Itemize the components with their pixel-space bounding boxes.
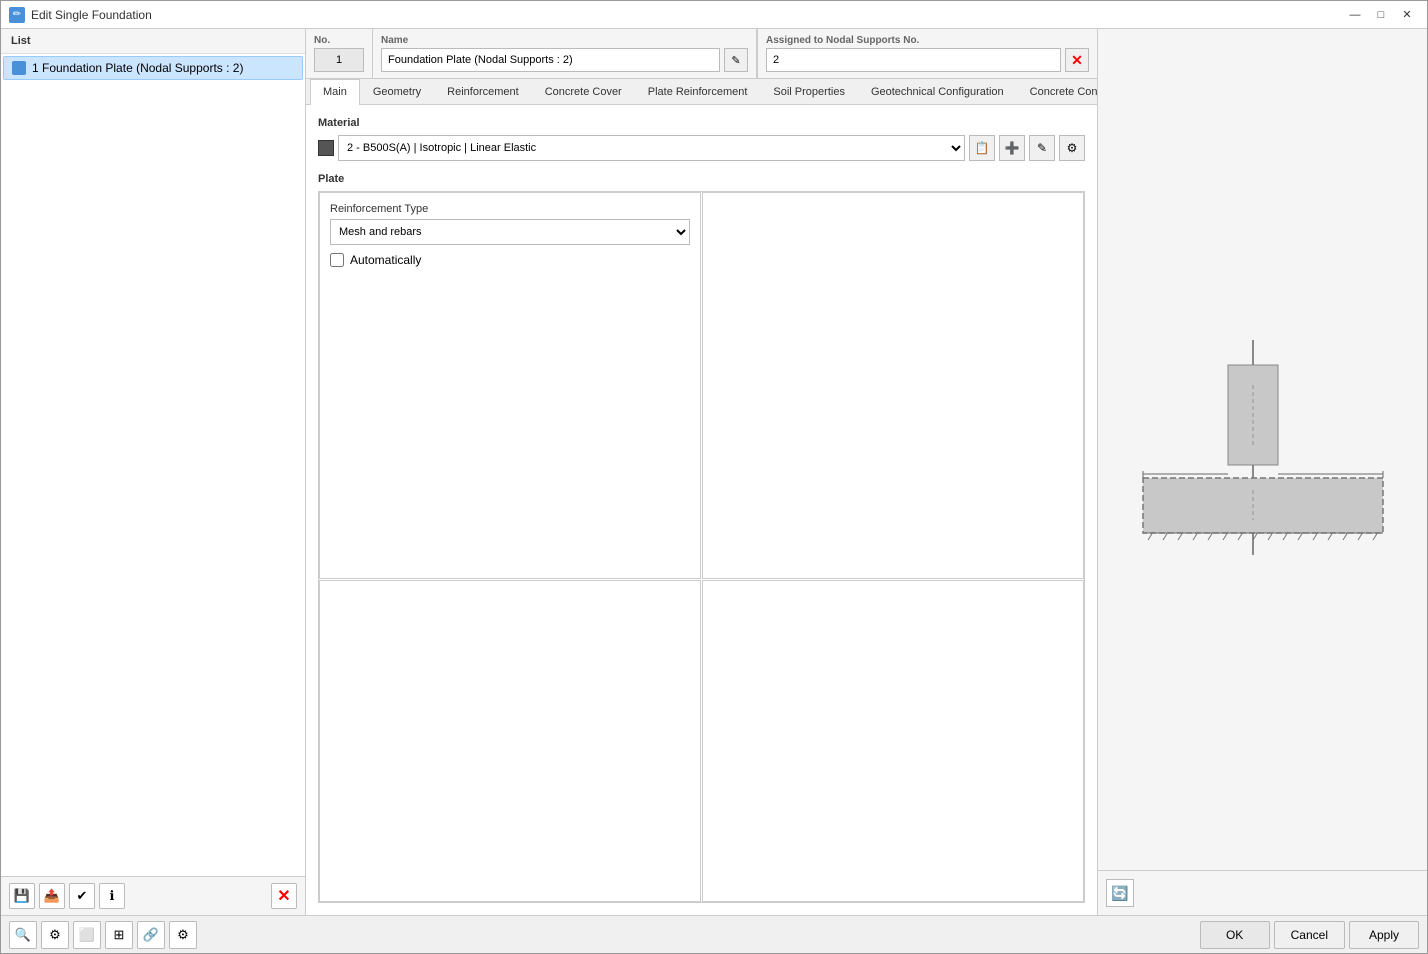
material-add-button[interactable]: ➕ [999, 135, 1025, 161]
name-input[interactable] [381, 48, 720, 72]
no-input[interactable] [314, 48, 364, 72]
ok-button[interactable]: OK [1200, 921, 1270, 949]
plate-section: Plate Reinforcement Type Mesh and rebars… [318, 173, 1085, 903]
material-open-button[interactable]: 📋 [969, 135, 995, 161]
automatically-label: Automatically [350, 253, 421, 267]
material-edit-button[interactable]: ✎ [1029, 135, 1055, 161]
bottom-toolbar: 🔍 ⚙ ⬜ ⊞ 🔗 ⚙ OK Cancel Apply [1, 915, 1427, 953]
list-item-label: 1 Foundation Plate (Nodal Supports : 2) [32, 61, 243, 75]
center-main: No. Name ✎ Assigned to No [306, 29, 1097, 915]
title-bar-controls: — □ ✕ [1343, 5, 1419, 25]
tab-geotechnical-configuration[interactable]: Geotechnical Configuration [858, 79, 1017, 104]
tab-geometry[interactable]: Geometry [360, 79, 434, 104]
link-bottom-button[interactable]: 🔗 [137, 921, 165, 949]
plate-cell-bottom-right [702, 580, 1084, 903]
list-items: 1 Foundation Plate (Nodal Supports : 2) [1, 54, 305, 876]
right-panel-footer: 🔄 [1098, 870, 1427, 915]
list-item[interactable]: 1 Foundation Plate (Nodal Supports : 2) [3, 56, 303, 80]
right-panel-diagram-area [1098, 29, 1427, 870]
tabs-bar: Main Geometry Reinforcement Concrete Cov… [306, 79, 1097, 105]
title-bar-left: ✏ Edit Single Foundation [9, 7, 152, 23]
tab-main[interactable]: Main [310, 79, 360, 105]
name-label: Name [381, 35, 748, 46]
tab-concrete-cover[interactable]: Concrete Cover [532, 79, 635, 104]
tab-concrete-configuration[interactable]: Concrete Configuration [1017, 79, 1097, 104]
reinforcement-type-label: Reinforcement Type [330, 203, 690, 215]
minimize-button[interactable]: — [1343, 5, 1367, 25]
main-window: ✏ Edit Single Foundation — □ ✕ List 1 Fo… [0, 0, 1428, 954]
name-edit-button[interactable]: ✎ [724, 48, 748, 72]
box-bottom-button[interactable]: ⬜ [73, 921, 101, 949]
no-label: No. [314, 35, 364, 46]
plate-cell-bottom-left [319, 580, 701, 903]
configure-bottom-button[interactable]: ⚙ [169, 921, 197, 949]
assign-row: ✕ [766, 48, 1089, 72]
automatically-row: Automatically [330, 253, 690, 267]
plate-cell-top-left: Reinforcement Type Mesh and rebars Rebar… [319, 192, 701, 579]
assign-section: Assigned to Nodal Supports No. ✕ [757, 29, 1097, 78]
window-title: Edit Single Foundation [31, 8, 152, 22]
no-field: No. [314, 35, 364, 72]
plate-title: Plate [318, 173, 1085, 185]
tab-soil-properties[interactable]: Soil Properties [760, 79, 858, 104]
app-icon: ✏ [9, 7, 25, 23]
save-button[interactable]: 💾 [9, 883, 35, 909]
reinforcement-type-dropdown[interactable]: Mesh and rebars Rebars only Mesh only [330, 219, 690, 245]
material-dropdown[interactable]: 2 - B500S(A) | Isotropic | Linear Elasti… [338, 135, 965, 161]
left-panel: List 1 Foundation Plate (Nodal Supports … [1, 29, 306, 915]
tab-content-main: Material 2 - B500S(A) | Isotropic | Line… [306, 105, 1097, 915]
name-section: Name ✎ [373, 29, 757, 78]
automatically-checkbox[interactable] [330, 253, 344, 267]
left-panel-footer: 💾 📤 ✔ ℹ ✕ [1, 876, 305, 915]
search-bottom-button[interactable]: 🔍 [9, 921, 37, 949]
list-header: List [1, 29, 305, 54]
apply-button[interactable]: Apply [1349, 921, 1419, 949]
tab-reinforcement[interactable]: Reinforcement [434, 79, 532, 104]
plate-grid: Reinforcement Type Mesh and rebars Rebar… [318, 191, 1085, 903]
assign-clear-button[interactable]: ✕ [1065, 48, 1089, 72]
plate-cell-top-right [702, 192, 1084, 579]
tab-plate-reinforcement[interactable]: Plate Reinforcement [635, 79, 761, 104]
material-row: 2 - B500S(A) | Isotropic | Linear Elasti… [318, 135, 1085, 161]
top-header: No. Name ✎ Assigned to No [306, 29, 1097, 79]
refresh-diagram-button[interactable]: 🔄 [1106, 879, 1134, 907]
content-area: List 1 Foundation Plate (Nodal Supports … [1, 29, 1427, 915]
name-row: ✎ [381, 48, 748, 72]
close-button[interactable]: ✕ [1395, 5, 1419, 25]
settings-bottom-button[interactable]: ⚙ [41, 921, 69, 949]
material-title: Material [318, 117, 1085, 129]
info-button[interactable]: ℹ [99, 883, 125, 909]
right-panel: 🔄 [1097, 29, 1427, 915]
title-bar: ✏ Edit Single Foundation — □ ✕ [1, 1, 1427, 29]
no-section: No. [306, 29, 373, 78]
foundation-diagram [1123, 335, 1403, 565]
material-delete-button[interactable]: ⚙ [1059, 135, 1085, 161]
grid-bottom-button[interactable]: ⊞ [105, 921, 133, 949]
maximize-button[interactable]: □ [1369, 5, 1393, 25]
reinforcement-dropdown-row: Mesh and rebars Rebars only Mesh only [330, 219, 690, 245]
delete-button[interactable]: ✕ [271, 883, 297, 909]
export-button[interactable]: 📤 [39, 883, 65, 909]
assign-label: Assigned to Nodal Supports No. [766, 35, 1089, 46]
check-button[interactable]: ✔ [69, 883, 95, 909]
assign-input[interactable] [766, 48, 1061, 72]
material-section: Material 2 - B500S(A) | Isotropic | Line… [318, 117, 1085, 161]
material-color-swatch [318, 140, 334, 156]
list-item-icon [12, 61, 26, 75]
center-right-area: No. Name ✎ Assigned to No [306, 29, 1427, 915]
cancel-button[interactable]: Cancel [1274, 921, 1345, 949]
